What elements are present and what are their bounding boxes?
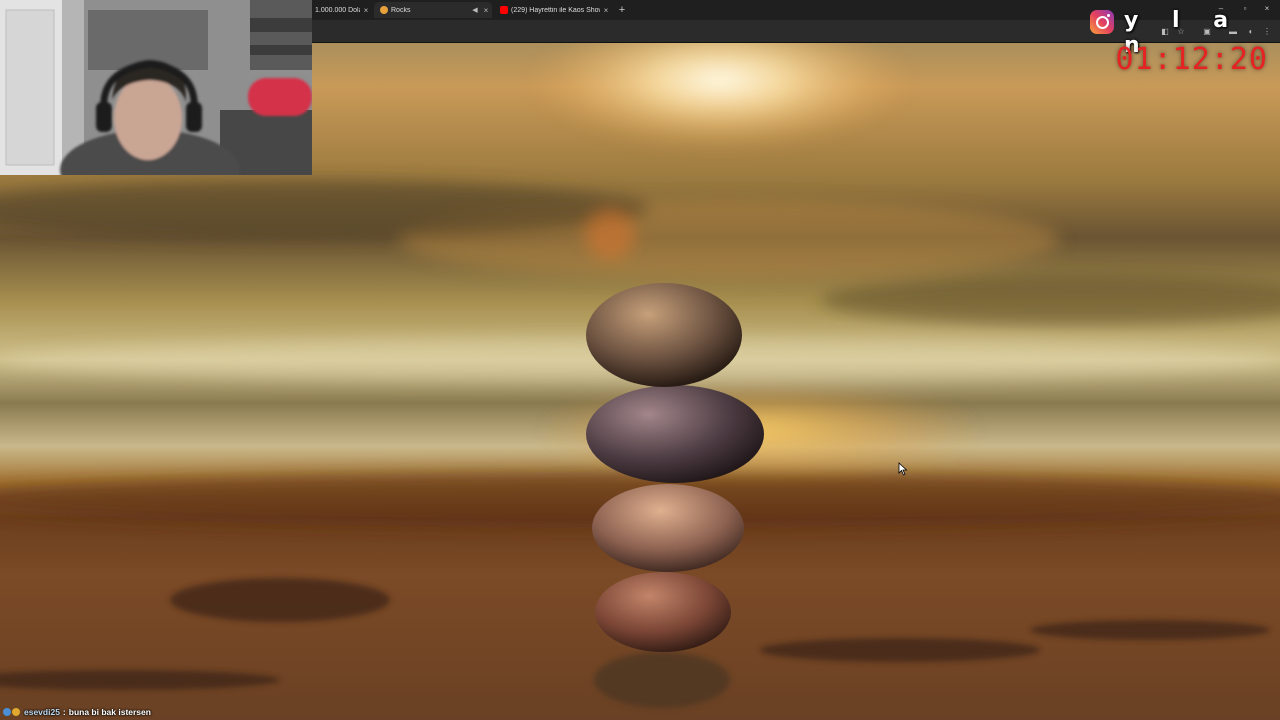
tab-3-youtube-icon xyxy=(500,6,508,14)
new-tab-button[interactable]: + xyxy=(616,3,628,17)
webcam-overlay xyxy=(0,0,312,175)
tab-1-title: 1.000.000 Dola xyxy=(315,6,360,14)
rock-1 xyxy=(586,283,742,387)
tab-2-favicon-icon xyxy=(380,6,388,14)
mouse-cursor-icon xyxy=(898,462,908,476)
chat-badge-icon xyxy=(12,707,20,716)
tab-1[interactable]: 1.000.000 Dola × xyxy=(312,2,372,18)
tab-3-title: (229) Hayrettin ile Kaos Show xyxy=(511,6,600,14)
tab-2-speaker-icon[interactable]: ◀ xyxy=(470,6,480,14)
chat-message: esevdi25 : buna bi bak istersen xyxy=(3,705,151,718)
rock-2 xyxy=(586,385,764,483)
tab-2-title: Rocks xyxy=(391,6,411,14)
chat-badge-icon xyxy=(3,707,11,716)
tab-3[interactable]: (229) Hayrettin ile Kaos Show × xyxy=(494,2,612,18)
rock-3 xyxy=(592,484,744,572)
rock-4 xyxy=(595,572,731,652)
instagram-icon-dot xyxy=(1107,14,1110,17)
chat-text: buna bi bak istersen xyxy=(68,706,151,717)
tab-2[interactable]: Rocks ◀ × xyxy=(374,2,492,18)
tab-3-close-icon[interactable]: × xyxy=(600,6,612,15)
tab-2-close-icon[interactable]: × xyxy=(480,6,492,15)
chat-username: esevdi25 xyxy=(24,706,60,717)
instagram-icon-ring xyxy=(1096,16,1109,29)
tab-1-close-icon[interactable]: × xyxy=(360,6,372,15)
instagram-icon xyxy=(1090,10,1114,34)
stream-timer: 01:12:20 xyxy=(1115,42,1268,77)
chat-separator: : xyxy=(62,706,66,717)
